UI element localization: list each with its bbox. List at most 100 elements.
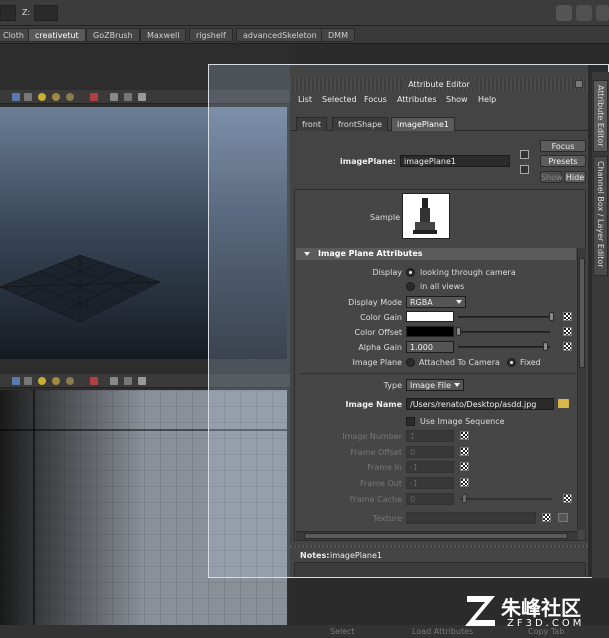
menu-focus[interactable]: Focus <box>364 95 387 104</box>
frame-out-field[interactable]: -1 <box>406 477 454 489</box>
frame-cache-map-icon[interactable] <box>563 494 572 503</box>
light-icon[interactable] <box>38 93 46 101</box>
isolate-icon[interactable] <box>90 93 98 101</box>
image-number-field[interactable]: 1 <box>406 430 454 442</box>
color-gain-slider-knob[interactable] <box>549 312 554 321</box>
image-plane-radio-attached[interactable] <box>406 358 415 367</box>
toolbar-field-left[interactable] <box>0 5 16 21</box>
frame-out-map-icon[interactable] <box>460 478 469 487</box>
frame-offset-map-icon[interactable] <box>460 447 469 456</box>
editor-overlay-shadow <box>208 64 290 578</box>
side-tab-channel-box[interactable]: Channel Box / Layer Editor <box>593 156 608 276</box>
menu-attributes[interactable]: Attributes <box>397 95 437 104</box>
frame-in-map-icon[interactable] <box>460 462 469 471</box>
tab-frontshape[interactable]: frontShape <box>332 117 389 131</box>
color-gain-slider[interactable] <box>458 316 550 318</box>
display-radio-all-views[interactable] <box>406 282 415 291</box>
texture-map-icon[interactable] <box>542 513 551 522</box>
menu-help[interactable]: Help <box>478 95 496 104</box>
attribute-horizontal-scrollbar[interactable] <box>296 531 578 540</box>
texture-icon[interactable] <box>66 93 74 101</box>
shelf-tab-creativetut[interactable]: creativetut <box>28 28 86 42</box>
color-gain-map-icon[interactable] <box>563 312 572 321</box>
color-offset-slider-knob[interactable] <box>456 327 461 336</box>
shelf-tab-gozbrush[interactable]: GoZBrush <box>86 28 140 42</box>
output-connection-icon[interactable] <box>520 165 529 174</box>
alpha-gain-slider[interactable] <box>458 346 550 348</box>
shelf-tab-rigshelf[interactable]: rigshelf <box>189 28 233 42</box>
attribute-editor-menubar: List Selected Focus Attributes Show Help <box>290 93 588 107</box>
tab-front[interactable]: front <box>296 117 328 131</box>
camera-icon-2[interactable] <box>12 377 20 385</box>
texture-connect-icon[interactable] <box>558 513 568 522</box>
frame-cache-label: Frame Cache <box>349 495 402 504</box>
grid-icon[interactable] <box>24 93 32 101</box>
menu-show[interactable]: Show <box>446 95 468 104</box>
attribute-scrollbar[interactable] <box>577 248 586 530</box>
frame-offset-field[interactable]: 0 <box>406 446 454 458</box>
float-icon[interactable] <box>575 80 583 88</box>
toolbar-icon-2[interactable] <box>576 5 592 21</box>
node-name-field[interactable]: imagePlane1 <box>400 155 510 167</box>
texture-field[interactable] <box>406 512 536 524</box>
input-connection-icon[interactable] <box>520 150 529 159</box>
alpha-gain-field[interactable]: 1.000 <box>406 341 454 353</box>
focus-button[interactable]: Focus <box>540 140 586 152</box>
shelf-tab-dmm[interactable]: DMM <box>321 28 355 42</box>
shade-icon[interactable] <box>52 93 60 101</box>
side-tab-attribute-editor[interactable]: Attribute Editor <box>593 80 608 152</box>
image-plane-attributes-header[interactable]: Image Plane Attributes <box>296 248 576 260</box>
scrollbar-thumb[interactable] <box>579 258 585 368</box>
notes-textarea[interactable] <box>294 562 586 578</box>
display-radio-camera[interactable] <box>406 268 415 277</box>
wire-icon[interactable] <box>124 93 132 101</box>
resolution-icon-2[interactable] <box>138 377 146 385</box>
sample-swatch <box>402 193 450 239</box>
resolution-icon[interactable] <box>138 93 146 101</box>
color-offset-slider[interactable] <box>458 331 550 333</box>
color-gain-swatch[interactable] <box>406 311 454 322</box>
shade-icon-2[interactable] <box>52 377 60 385</box>
image-number-map-icon[interactable] <box>460 431 469 440</box>
horizontal-scrollbar-thumb[interactable] <box>304 533 568 539</box>
grid-icon-2[interactable] <box>24 377 32 385</box>
light-icon-2[interactable] <box>38 377 46 385</box>
menu-selected[interactable]: Selected <box>322 95 357 104</box>
xray-icon-2[interactable] <box>110 377 118 385</box>
image-name-field[interactable]: /Users/renato/Desktop/asdd.jpg <box>406 398 554 410</box>
color-offset-swatch[interactable] <box>406 326 454 337</box>
color-gain-label: Color Gain <box>360 313 402 322</box>
z-field[interactable] <box>34 5 58 21</box>
texture-icon-2[interactable] <box>66 377 74 385</box>
menu-list[interactable]: List <box>298 95 312 104</box>
attribute-editor-titlebar[interactable]: Attribute Editor <box>290 78 588 92</box>
frame-cache-field[interactable]: 0 <box>406 493 454 505</box>
folder-icon[interactable] <box>558 399 569 408</box>
select-button[interactable]: Select <box>330 627 355 636</box>
shelf-tab-cloth[interactable]: Cloth <box>0 28 31 42</box>
camera-icon[interactable] <box>12 93 20 101</box>
z-label: Z: <box>22 8 31 17</box>
toolbar-icon-3[interactable] <box>596 5 609 21</box>
color-offset-map-icon[interactable] <box>563 327 572 336</box>
hide-button[interactable]: Hide <box>564 171 586 183</box>
display-option-all-views: in all views <box>420 282 465 291</box>
notes-splitter[interactable] <box>290 545 588 548</box>
alpha-gain-slider-knob[interactable] <box>543 342 548 351</box>
frame-in-field[interactable]: -1 <box>406 461 454 473</box>
tab-imageplane1[interactable]: imagePlane1 <box>391 117 455 131</box>
image-plane-radio-fixed[interactable] <box>507 358 516 367</box>
show-button[interactable]: Show <box>540 171 563 183</box>
shelf-tab-advancedskeleton[interactable]: advancedSkeleton <box>236 28 324 42</box>
toolbar-icon-1[interactable] <box>556 5 572 21</box>
xray-icon[interactable] <box>110 93 118 101</box>
frame-cache-slider[interactable] <box>460 498 552 500</box>
wire-icon-2[interactable] <box>124 377 132 385</box>
shelf-tab-maxwell[interactable]: Maxwell <box>140 28 187 42</box>
isolate-icon-2[interactable] <box>90 377 98 385</box>
use-image-sequence-checkbox[interactable] <box>406 417 415 426</box>
presets-button[interactable]: Presets <box>540 155 586 167</box>
alpha-gain-map-icon[interactable] <box>563 342 572 351</box>
frame-cache-slider-knob[interactable] <box>462 494 467 503</box>
image-name-label: Image Name <box>345 400 402 409</box>
